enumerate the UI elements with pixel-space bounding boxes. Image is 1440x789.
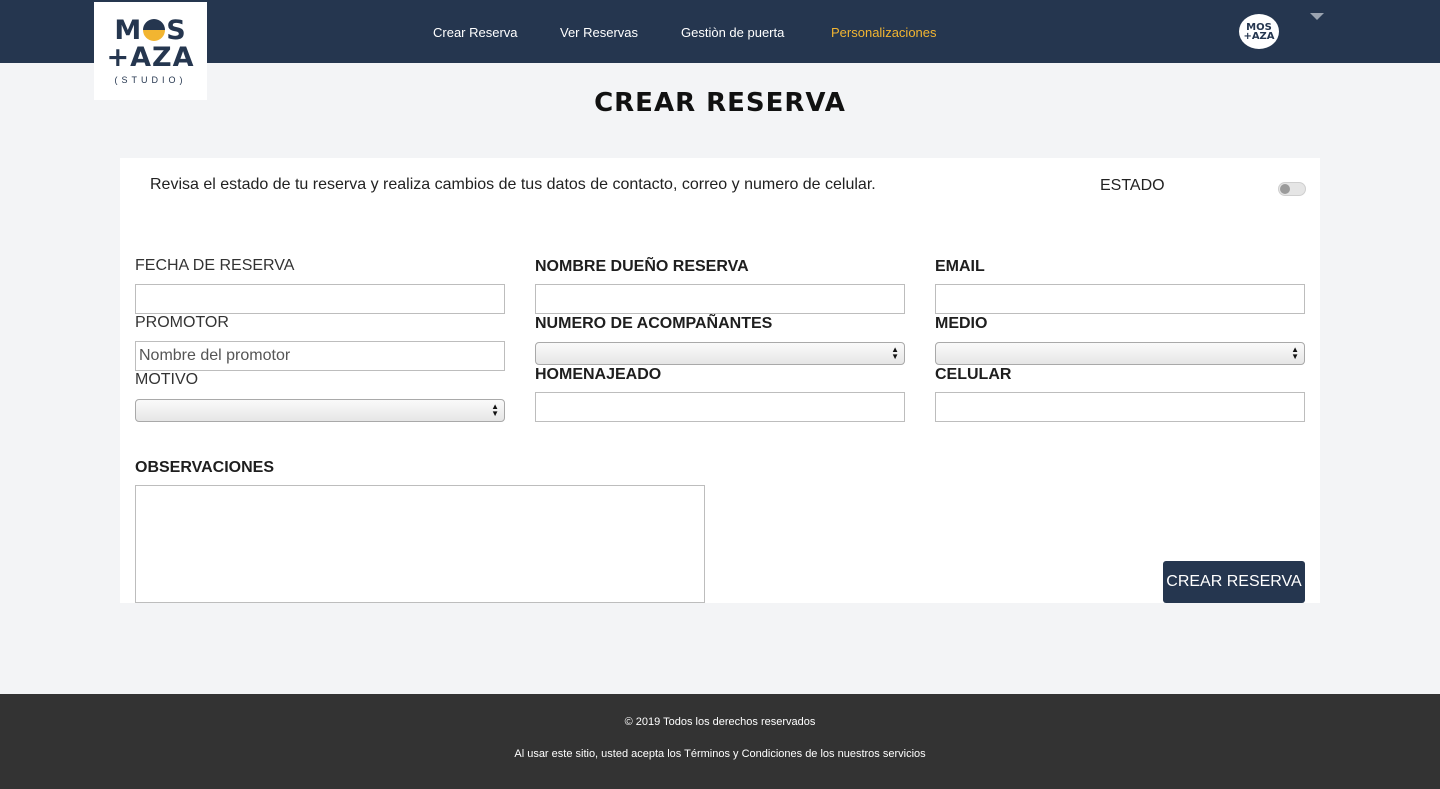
fecha-input[interactable] bbox=[135, 284, 505, 314]
logo-circle-icon bbox=[143, 19, 166, 41]
promotor-label: PROMOTOR bbox=[135, 314, 229, 331]
acompanantes-select[interactable]: ▲ ▼ bbox=[535, 342, 905, 365]
nav-item-crear-reserva[interactable]: Crear Reserva bbox=[433, 25, 518, 40]
chevron-down-icon[interactable] bbox=[1310, 13, 1324, 20]
logo-subtitle: (STUDIO) bbox=[114, 75, 187, 85]
promotor-input[interactable] bbox=[135, 341, 505, 371]
observaciones-label: OBSERVACIONES bbox=[135, 459, 274, 476]
estado-label: ESTADO bbox=[1100, 177, 1165, 194]
fecha-label: FECHA DE RESERVA bbox=[135, 257, 295, 274]
nav-item-ver-reservas[interactable]: Ver Reservas bbox=[560, 25, 638, 40]
logo-wordmark-bottom: +AZA bbox=[106, 42, 195, 73]
celular-label: CELULAR bbox=[935, 366, 1012, 383]
toggle-knob bbox=[1280, 184, 1290, 194]
motivo-label: MOTIVO bbox=[135, 371, 199, 388]
medio-select[interactable]: ▲ ▼ bbox=[935, 342, 1305, 365]
medio-label: MEDIO bbox=[935, 315, 988, 332]
reservation-form-card: Revisa el estado de tu reserva y realiza… bbox=[120, 158, 1320, 603]
motivo-select[interactable]: ▲ ▼ bbox=[135, 399, 505, 422]
nombre-input[interactable] bbox=[535, 284, 905, 314]
select-arrows-icon: ▲ ▼ bbox=[1291, 345, 1299, 361]
email-input[interactable] bbox=[935, 284, 1305, 314]
footer-terms: Al usar este sitio, usted acepta los Tér… bbox=[514, 748, 926, 760]
homenajeado-input[interactable] bbox=[535, 392, 905, 422]
main-nav: Crear Reserva Ver Reservas Gestiòn de pu… bbox=[0, 0, 1440, 63]
brand-logo[interactable]: MS +AZA (STUDIO) bbox=[94, 2, 207, 100]
nav-item-gestion-puerta[interactable]: Gestiòn de puerta bbox=[681, 25, 784, 40]
select-arrows-icon: ▲ ▼ bbox=[891, 345, 899, 361]
estado-toggle[interactable] bbox=[1278, 182, 1306, 196]
logo-wordmark-top: MS bbox=[114, 15, 187, 46]
observaciones-textarea[interactable] bbox=[135, 485, 705, 603]
user-avatar[interactable]: MOS +AZA bbox=[1239, 14, 1279, 49]
form-intro-text: Revisa el estado de tu reserva y realiza… bbox=[150, 176, 876, 193]
acompanantes-label: NUMERO DE ACOMPAÑANTES bbox=[535, 315, 773, 332]
crear-reserva-button[interactable]: CREAR RESERVA bbox=[1163, 561, 1305, 603]
celular-input[interactable] bbox=[935, 392, 1305, 422]
page-footer: © 2019 Todos los derechos reservados Al … bbox=[0, 694, 1440, 789]
nombre-label: NOMBRE DUEÑO RESERVA bbox=[535, 258, 749, 275]
select-arrows-icon: ▲ ▼ bbox=[491, 402, 499, 418]
homenajeado-label: HOMENAJEADO bbox=[535, 366, 662, 383]
nav-item-personalizaciones[interactable]: Personalizaciones bbox=[831, 25, 937, 40]
top-navbar: Crear Reserva Ver Reservas Gestiòn de pu… bbox=[0, 0, 1440, 63]
page-title: CREAR RESERVA bbox=[594, 88, 846, 118]
footer-copyright: © 2019 Todos los derechos reservados bbox=[624, 716, 816, 728]
email-label: EMAIL bbox=[935, 258, 985, 275]
